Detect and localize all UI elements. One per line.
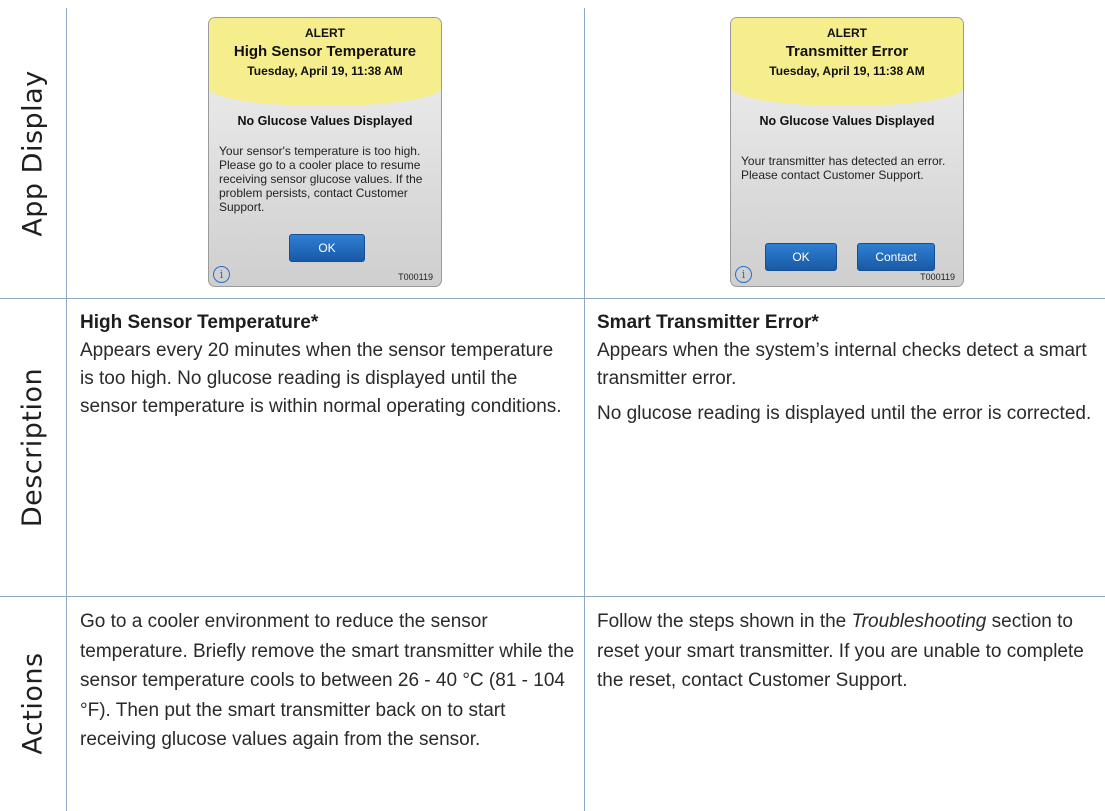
alert-datetime: Tuesday, April 19, 11:38 AM (769, 64, 925, 78)
row-label-actions: Actions (0, 596, 66, 811)
alert-kind: ALERT (305, 26, 345, 40)
high-sensor-temperature-alert: ALERT High Sensor Temperature Tuesday, A… (208, 17, 442, 287)
row-label-description-text: Description (17, 367, 49, 527)
row-label-description: Description (0, 298, 66, 596)
row-label-app-display: App Display (0, 8, 66, 298)
right-actions-cell: Follow the steps shown in the Troublesho… (597, 607, 1087, 696)
info-icon[interactable]: i (213, 266, 230, 283)
alert-code: T000119 (398, 272, 433, 282)
alert-datetime: Tuesday, April 19, 11:38 AM (247, 64, 403, 78)
grid-line-middle (584, 8, 585, 811)
right-actions-text: Follow the steps shown in the Troublesho… (597, 607, 1087, 696)
left-description-text: Appears every 20 minutes when the sensor… (80, 340, 562, 417)
row-label-app-display-text: App Display (17, 69, 49, 237)
right-description-title: Smart Transmitter Error* (597, 312, 819, 333)
right-description-cell: Smart Transmitter Error* Appears when th… (597, 309, 1097, 428)
alert-code: T000119 (920, 272, 955, 282)
row-label-actions-text: Actions (17, 652, 49, 755)
ok-button[interactable]: OK (289, 234, 365, 262)
right-description-text-2: No glucose reading is displayed until th… (597, 403, 1092, 424)
left-actions-cell: Go to a cooler environment to reduce the… (80, 607, 575, 755)
troubleshooting-reference: Troubleshooting (851, 611, 987, 632)
alert-subtitle: No Glucose Values Displayed (759, 114, 935, 128)
transmitter-error-alert: ALERT Transmitter Error Tuesday, April 1… (730, 17, 964, 287)
grid-line-label-column (66, 8, 67, 811)
alert-message: Your sensor's temperature is too high. P… (219, 144, 423, 214)
alert-title: Transmitter Error (785, 43, 909, 60)
contact-button[interactable]: Contact (857, 243, 935, 271)
left-description-title: High Sensor Temperature* (80, 312, 319, 333)
alert-subtitle: No Glucose Values Displayed (237, 114, 413, 128)
left-actions-text: Go to a cooler environment to reduce the… (80, 611, 575, 750)
info-icon[interactable]: i (735, 266, 752, 283)
alert-message: Your transmitter has detected an error. … (741, 154, 946, 182)
alert-title: High Sensor Temperature (233, 43, 417, 60)
ok-button[interactable]: OK (765, 243, 837, 271)
alert-header: ALERT High Sensor Temperature Tuesday, A… (209, 18, 441, 106)
right-actions-text-before: Follow the steps shown in the (597, 611, 852, 632)
alert-kind: ALERT (827, 26, 867, 40)
alert-header: ALERT Transmitter Error Tuesday, April 1… (731, 18, 963, 106)
left-description-cell: High Sensor Temperature* Appears every 2… (80, 309, 565, 421)
right-description-text-1: Appears when the system’s internal check… (597, 340, 1087, 389)
grid-line-row-1 (0, 298, 1105, 299)
grid-line-row-2 (0, 596, 1105, 597)
